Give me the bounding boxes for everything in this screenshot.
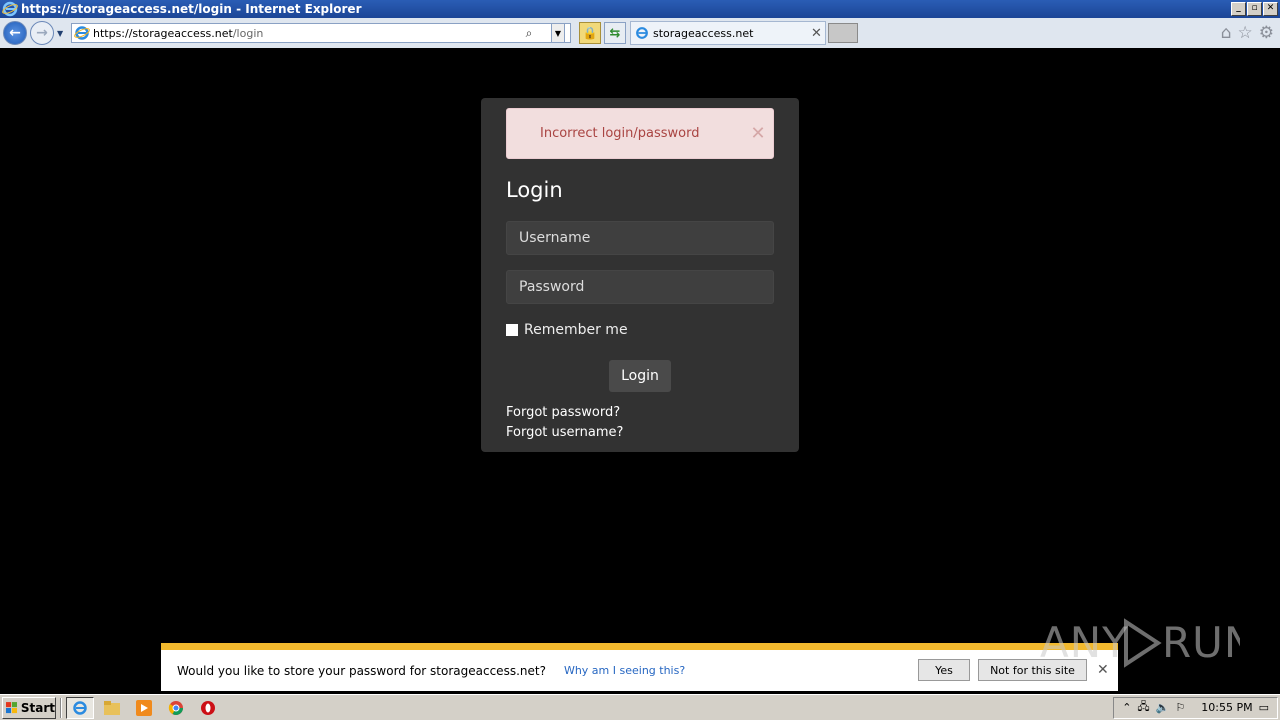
forward-button[interactable]: → — [30, 21, 54, 45]
alert-message: Incorrect login/password — [540, 126, 700, 141]
save-password-bar: Would you like to store your password fo… — [161, 643, 1118, 691]
anyrun-watermark: ANY RUN — [1040, 612, 1240, 672]
taskbar-opera-icon[interactable] — [194, 697, 222, 719]
home-icon[interactable]: ⌂ — [1221, 23, 1232, 43]
restore-button[interactable]: ▫ — [1247, 2, 1262, 16]
window-title-bar: https://storageaccess.net/login - Intern… — [0, 0, 1280, 18]
login-heading: Login — [506, 178, 563, 202]
login-button[interactable]: Login — [609, 360, 671, 392]
refresh-icon[interactable]: ⇆ — [604, 22, 626, 44]
password-field[interactable]: Password — [506, 270, 774, 304]
network-icon[interactable]: 🖧 — [1137, 698, 1149, 717]
page-ie-icon — [74, 26, 90, 40]
internet-explorer-icon — [2, 1, 18, 17]
username-field[interactable]: Username — [506, 221, 774, 255]
new-tab-button[interactable] — [828, 23, 858, 43]
start-button[interactable]: Start — [2, 696, 56, 719]
toolbar-right-icons: ⌂ ☆ ⚙ — [1221, 23, 1274, 43]
window-title: https://storageaccess.net/login - Intern… — [21, 2, 362, 16]
start-label: Start — [20, 700, 55, 715]
taskbar-separator — [60, 697, 62, 718]
login-card: Incorrect login/password ✕ Login Usernam… — [481, 98, 799, 452]
error-alert: Incorrect login/password ✕ — [506, 108, 774, 159]
why-seeing-link[interactable]: Why am I seeing this? — [564, 664, 685, 677]
taskbar-chrome-icon[interactable] — [162, 697, 190, 719]
taskbar-ie-icon[interactable] — [66, 696, 94, 719]
system-tray: ⌃ 🖧 🔈 ⚐ 10:55 PM ▭ — [1113, 696, 1278, 719]
alert-close-icon[interactable]: ✕ — [743, 123, 773, 144]
show-desktop-icon[interactable]: ▭ — [1259, 701, 1269, 714]
taskbar: Start ⌃ 🖧 🔈 ⚐ 10:55 PM ▭ — [0, 694, 1280, 720]
tab-storageaccess[interactable]: storageaccess.net ✕ — [630, 21, 826, 45]
navigation-bar: ← → ▼ https://storageaccess.net/login ⌕ … — [0, 18, 1280, 48]
remember-me[interactable]: Remember me — [506, 322, 628, 338]
address-bar[interactable]: https://storageaccess.net/login — [71, 23, 571, 43]
show-hidden-icons-icon[interactable]: ⌃ — [1122, 701, 1131, 714]
close-window-button[interactable]: ✕ — [1263, 2, 1278, 16]
svg-text:RUN: RUN — [1162, 618, 1240, 667]
clock[interactable]: 10:55 PM — [1201, 701, 1252, 714]
minimize-button[interactable]: _ — [1231, 2, 1246, 16]
tab-ie-icon — [636, 27, 648, 39]
lock-icon[interactable]: 🔒 — [579, 22, 601, 44]
windows-flag-icon — [6, 701, 18, 713]
search-icon[interactable]: ⌕ — [519, 23, 539, 43]
favorites-star-icon[interactable]: ☆ — [1238, 23, 1253, 43]
yes-button[interactable]: Yes — [918, 659, 970, 681]
volume-icon[interactable]: 🔈 — [1156, 701, 1170, 714]
remember-label: Remember me — [524, 322, 628, 338]
taskbar-explorer-folder-icon[interactable] — [98, 697, 126, 719]
save-password-message: Would you like to store your password fo… — [177, 663, 546, 678]
address-dropdown-icon[interactable]: ▼ — [551, 23, 565, 43]
window-controls: _ ▫ ✕ — [1231, 2, 1278, 16]
action-center-flag-icon[interactable]: ⚐ — [1175, 701, 1185, 714]
forgot-username-link[interactable]: Forgot username? — [506, 425, 623, 440]
history-dropdown-icon[interactable]: ▼ — [57, 29, 69, 38]
tab-close-icon[interactable]: ✕ — [811, 26, 825, 41]
forgot-password-link[interactable]: Forgot password? — [506, 405, 620, 420]
address-path: /login — [232, 26, 264, 40]
address-host: https://storageaccess.net — [93, 26, 233, 40]
settings-gear-icon[interactable]: ⚙ — [1259, 23, 1274, 43]
anyrun-logo: ANY RUN — [1040, 618, 1240, 668]
remember-checkbox[interactable] — [506, 324, 518, 336]
svg-text:ANY: ANY — [1040, 618, 1129, 667]
taskbar-media-player-icon[interactable] — [130, 697, 158, 719]
back-button[interactable]: ← — [3, 21, 27, 45]
tab-title: storageaccess.net — [653, 26, 754, 40]
